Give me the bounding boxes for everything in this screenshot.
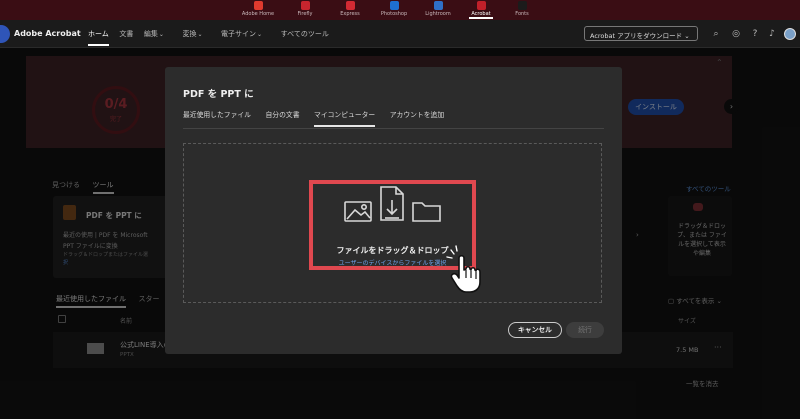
nav-convert[interactable]: 変換⌄ xyxy=(182,29,210,39)
check-circle-icon[interactable]: ◎ xyxy=(731,29,741,39)
hand-pointer-icon xyxy=(446,245,481,293)
tab-my-computer[interactable]: マイコンピューター xyxy=(314,109,376,127)
app-list: Adobe Home Firefly Express Photoshop Lightro… xyxy=(0,0,800,20)
tab-add-account[interactable]: アカウントを追加 xyxy=(390,109,444,125)
acrobat-icon xyxy=(476,1,486,10)
upload-illustration xyxy=(344,186,441,222)
fonts-icon xyxy=(517,1,527,10)
photoshop-icon xyxy=(389,1,399,10)
nav-esign[interactable]: 電子サイン⌄ xyxy=(221,29,270,39)
firefly-icon xyxy=(300,1,310,10)
tab-my-documents[interactable]: 自分の文書 xyxy=(266,109,300,125)
nav-all-tools[interactable]: すべてのツール xyxy=(281,29,329,39)
app-lightroom[interactable]: Lightroom xyxy=(414,1,462,17)
nav-convert-label: 変換 xyxy=(182,30,197,38)
bell-icon[interactable]: ♪ xyxy=(767,29,777,39)
app-label: Photoshop xyxy=(380,11,408,17)
adobe-home-icon xyxy=(253,1,263,10)
app-firefly[interactable]: Firefly xyxy=(281,1,329,17)
acrobat-logo-icon xyxy=(0,25,10,43)
app-label: Lightroom xyxy=(425,11,451,17)
app-adobe-home[interactable]: Adobe Home xyxy=(234,1,282,17)
download-app-button[interactable]: Acrobat アプリをダウンロード ⌄ xyxy=(584,26,698,41)
app-label: Adobe Home xyxy=(241,11,275,17)
tab-divider xyxy=(183,128,604,129)
app-label: Firefly xyxy=(297,11,313,17)
brand-name: Adobe Acrobat xyxy=(14,29,81,38)
app-label: Express xyxy=(340,11,360,17)
express-icon xyxy=(345,1,355,10)
nav-esign-label: 電子サイン xyxy=(221,30,257,38)
app-express[interactable]: Express xyxy=(326,1,374,17)
download-app-label: Acrobat アプリをダウンロード xyxy=(590,32,683,40)
chevron-down-icon: ⌄ xyxy=(257,31,263,38)
chevron-down-icon: ⌄ xyxy=(684,32,690,40)
search-icon[interactable]: ⌕ xyxy=(711,29,721,39)
continue-button[interactable]: 続行 xyxy=(566,322,604,338)
folder-icon xyxy=(412,202,441,222)
image-icon xyxy=(344,201,372,222)
app-photoshop[interactable]: Photoshop xyxy=(370,1,418,17)
document-download-icon xyxy=(380,186,404,221)
cancel-button[interactable]: キャンセル xyxy=(508,322,562,338)
app-fonts[interactable]: Fonts xyxy=(498,1,546,17)
app-label: Fonts xyxy=(515,11,529,17)
dialog-title: PDF を PPT に xyxy=(183,89,254,100)
nav-home[interactable]: ホーム xyxy=(88,29,109,46)
main-nav: ホーム 文書 編集⌄ 変換⌄ 電子サイン⌄ すべてのツール xyxy=(88,29,337,46)
dialog-tabs: 最近使用したファイル 自分の文書 マイコンピューター アカウントを追加 xyxy=(183,109,456,127)
avatar[interactable] xyxy=(784,28,796,40)
help-icon[interactable]: ? xyxy=(750,29,760,39)
tab-recent-files[interactable]: 最近使用したファイル xyxy=(183,109,251,125)
adobe-app-switcher: Adobe Home Firefly Express Photoshop Lightro… xyxy=(0,0,800,20)
nav-edit-label: 編集 xyxy=(143,30,158,38)
chevron-down-icon: ⌄ xyxy=(158,31,164,38)
lightroom-icon xyxy=(433,1,443,10)
chevron-down-icon: ⌄ xyxy=(197,31,203,38)
app-header: Adobe Acrobat ホーム 文書 編集⌄ 変換⌄ 電子サイン⌄ すべての… xyxy=(0,20,800,48)
nav-documents[interactable]: 文書 xyxy=(119,29,133,39)
nav-edit[interactable]: 編集⌄ xyxy=(144,29,172,39)
